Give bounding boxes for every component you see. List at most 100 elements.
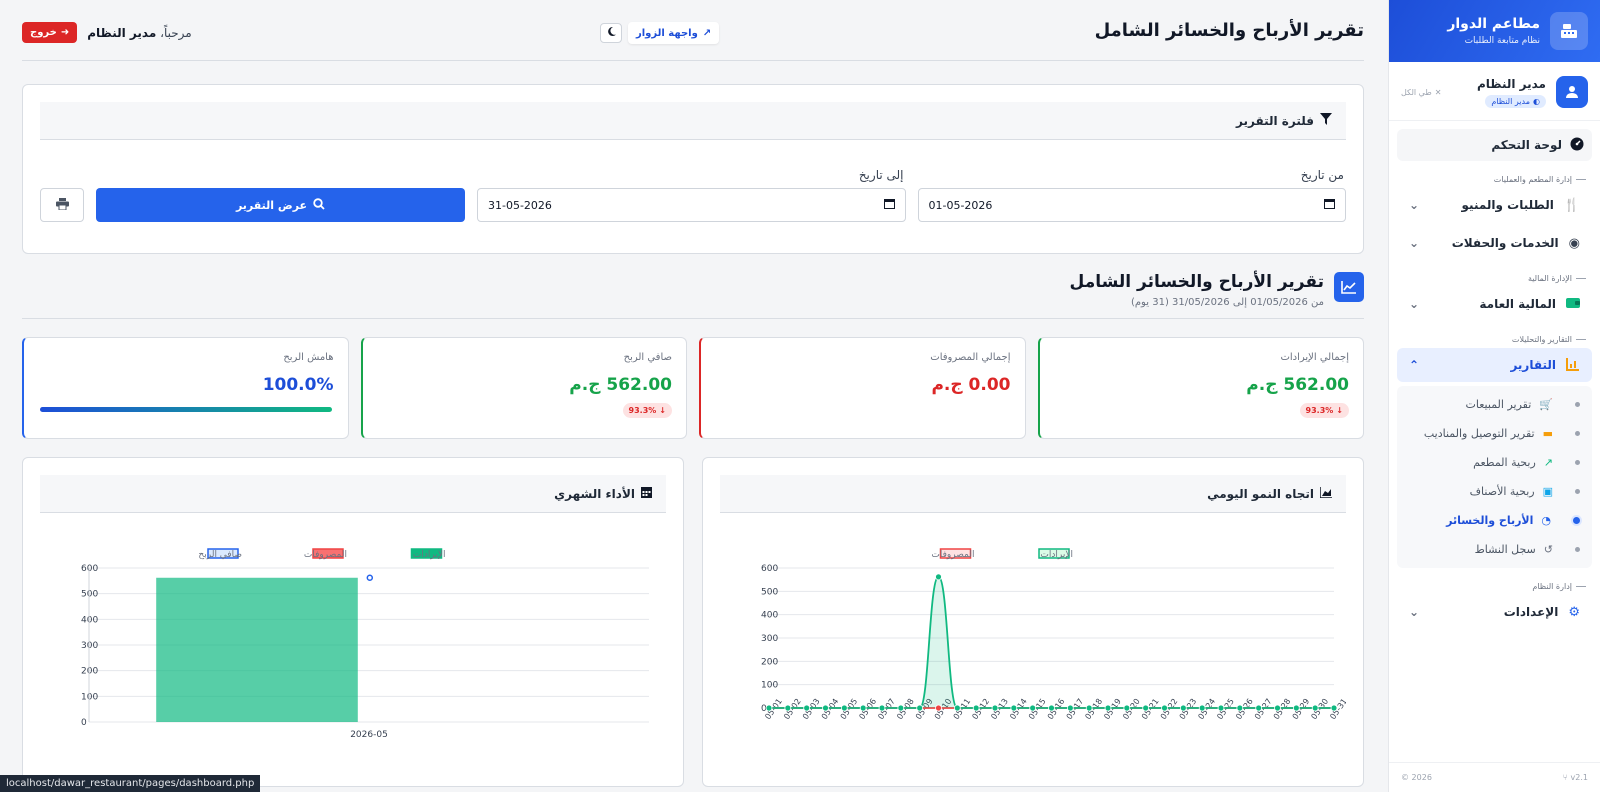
user-role-label: مدير النظام [1491,96,1531,106]
show-report-label: عرض التقرير [235,198,308,212]
charts-row: اتجاه النمو اليومي 0 100 200 300 400 500 600 ال… [22,457,1364,787]
trend-badge: ↓ 93.3% [622,403,672,418]
dark-mode-toggle[interactable] [600,23,622,43]
chevron-down-icon: ⌄ [1409,236,1420,250]
subnav-delivery-report[interactable]: ▬ تقرير التوصيل والمناديب [1397,419,1592,448]
subnav-items-profit[interactable]: ▣ ربحية الأصناف [1397,477,1592,506]
binoculars-icon: ◉ [1568,235,1580,251]
data-point [784,704,792,712]
data-point [1085,704,1093,712]
card-value: 562.00 ج.م [1246,375,1349,395]
filter-panel: فلترة التقرير من تاريخ 01-05-2026 إلى تا… [22,84,1364,254]
card-value: 0.00 ج.م [931,375,1011,395]
search-icon [313,197,325,213]
calendar-icon[interactable] [1324,198,1335,212]
data-point [1179,704,1187,712]
data-point [1104,704,1112,712]
nav-orders-menu[interactable]: 🍴 الطلبات والمنيو ⌄ [1397,188,1592,222]
data-point [916,704,924,712]
to-date-input[interactable]: 31-05-2026 [477,188,906,222]
nav-section-ops: إدارة المطعم والعمليات [1389,175,1600,184]
data-point [991,704,999,712]
nav-general-finance-label: المالية العامة [1479,297,1556,311]
nav-dashboard-label: لوحة التحكم [1491,138,1562,152]
nav-reports[interactable]: التقارير ⌃ [1397,348,1592,382]
version-label: ⑂ v2.1 [1562,773,1588,782]
wallet-icon [1566,297,1580,312]
data-point [1255,704,1263,712]
external-link-icon: ↗ [702,27,712,39]
legend-label: صافي الربح [198,550,242,560]
nav-settings[interactable]: ⚙ الإعدادات ⌄ [1397,595,1592,629]
subnav-restaurant-profit[interactable]: ↗ ربحية المطعم [1397,448,1592,477]
bar-chart-y-tick-label: 200 [81,667,98,677]
bar-chart-y-tick-label: 300 [81,641,98,651]
filter-title: فلترة التقرير [1236,113,1314,128]
data-point [1142,704,1150,712]
nav-services[interactable]: ◉ الخدمات والحفلات ⌄ [1397,226,1592,260]
logout-button[interactable]: ➜ خروج [22,22,78,43]
data-point [1010,704,1018,712]
calendar-icon[interactable] [883,198,895,212]
card-profit-margin: هامش الربح 100.0% [22,337,349,439]
bar-chart-y-tick-label: 400 [81,615,98,625]
chevron-down-icon: ⌄ [1409,198,1420,212]
data-point [953,704,961,712]
profit-margin-progress [40,407,332,412]
arrow-down-icon: ↓ [659,406,666,415]
reports-subnav: 🛒 تقرير المبيعات ▬ تقرير التوصيل والمناديب… [1397,386,1592,568]
top-left-controls: ➜ خروج مرحباً، مدير النظام [22,22,192,43]
subnav-sales-report[interactable]: 🛒 تقرير المبيعات [1397,390,1592,419]
data-point [1292,704,1300,712]
user-box: مدير النظام ◐ مدير النظام ✕ طي الكل [1389,62,1600,121]
sign-out-icon: ➜ [60,27,70,38]
nav-orders-menu-label: الطلبات والمنيو [1461,198,1554,212]
report-subtitle: من 01/05/2026 إلى 31/05/2026 (31 يوم) [1130,297,1324,308]
chart-bar-icon [1566,357,1580,374]
collapse-all-button[interactable]: ✕ طي الكل [1401,88,1441,97]
from-date-label: من تاريخ [1300,168,1344,182]
data-point [1066,704,1074,712]
calendar-icon [641,486,652,501]
from-date-input[interactable]: 01-05-2026 [917,188,1346,222]
nav-settings-label: الإعدادات [1503,605,1559,619]
page-title: تقرير الأرباح والخسائر الشامل [1094,19,1364,41]
card-label: إجمالي المصروفات [930,352,1011,363]
collapse-all-label: طي الكل [1401,87,1432,97]
from-date-field: من تاريخ 01-05-2026 [917,168,1346,222]
daily-growth-header: اتجاه النمو اليومي [720,475,1346,513]
show-report-button[interactable]: عرض التقرير [96,188,465,222]
bar-chart-x-tick-label: 2026-05 [350,730,388,740]
sidebar: مطاعم الدوار نظام متابعة الطلبات مدير ال… [1388,0,1600,792]
data-point [1236,704,1244,712]
visitor-controls: ↗ واجهة الزوار [600,22,720,44]
print-button[interactable] [40,188,84,222]
from-date-value: 01-05-2026 [928,198,993,212]
data-point [840,704,848,712]
nav-general-finance[interactable]: المالية العامة ⌄ [1397,287,1592,321]
line-chart-y-tick-label: 200 [761,657,778,667]
truck-icon: ▬ [1542,427,1553,440]
data-point [803,704,811,712]
card-total-revenue: إجمالي الإيرادات 562.00 ج.م ↓ 93.3% [1037,337,1364,439]
bar-chart-y-tick-label: 100 [81,692,98,702]
visitor-site-label: واجهة الزوار [636,27,698,39]
nav-dashboard[interactable]: لوحة التحكم [1397,129,1592,161]
brand-header: مطاعم الدوار نظام متابعة الطلبات [1389,0,1600,62]
kpi-cards: إجمالي الإيرادات 562.00 ج.م ↓ 93.3% إجمال… [22,337,1364,439]
pie-chart-icon: ◔ [1541,514,1551,527]
data-point [1161,704,1168,712]
nav-section-system: إدارة النظام [1389,582,1600,591]
subnav-activity-log[interactable]: ↺ سجل النشاط [1397,535,1592,564]
chevron-down-icon: ⌄ [1409,605,1420,619]
visitor-site-link[interactable]: ↗ واجهة الزوار [628,22,720,44]
data-point [878,704,886,712]
daily-growth-chart: 0100200300400500600المصروفات الإيرادات05-… [761,548,1346,721]
card-label: صافي الربح [623,352,672,363]
line-chart-icon: ↗ [1543,456,1553,469]
brand-title: مطاعم الدوار [1447,16,1540,32]
subnav-profit-loss[interactable]: ◔ الأرباح والخسائر [1397,506,1592,535]
point-net-profit [366,574,374,582]
nav-section-reports: التقارير والتحليلات [1389,335,1600,344]
user-avatar-icon [1556,76,1588,108]
